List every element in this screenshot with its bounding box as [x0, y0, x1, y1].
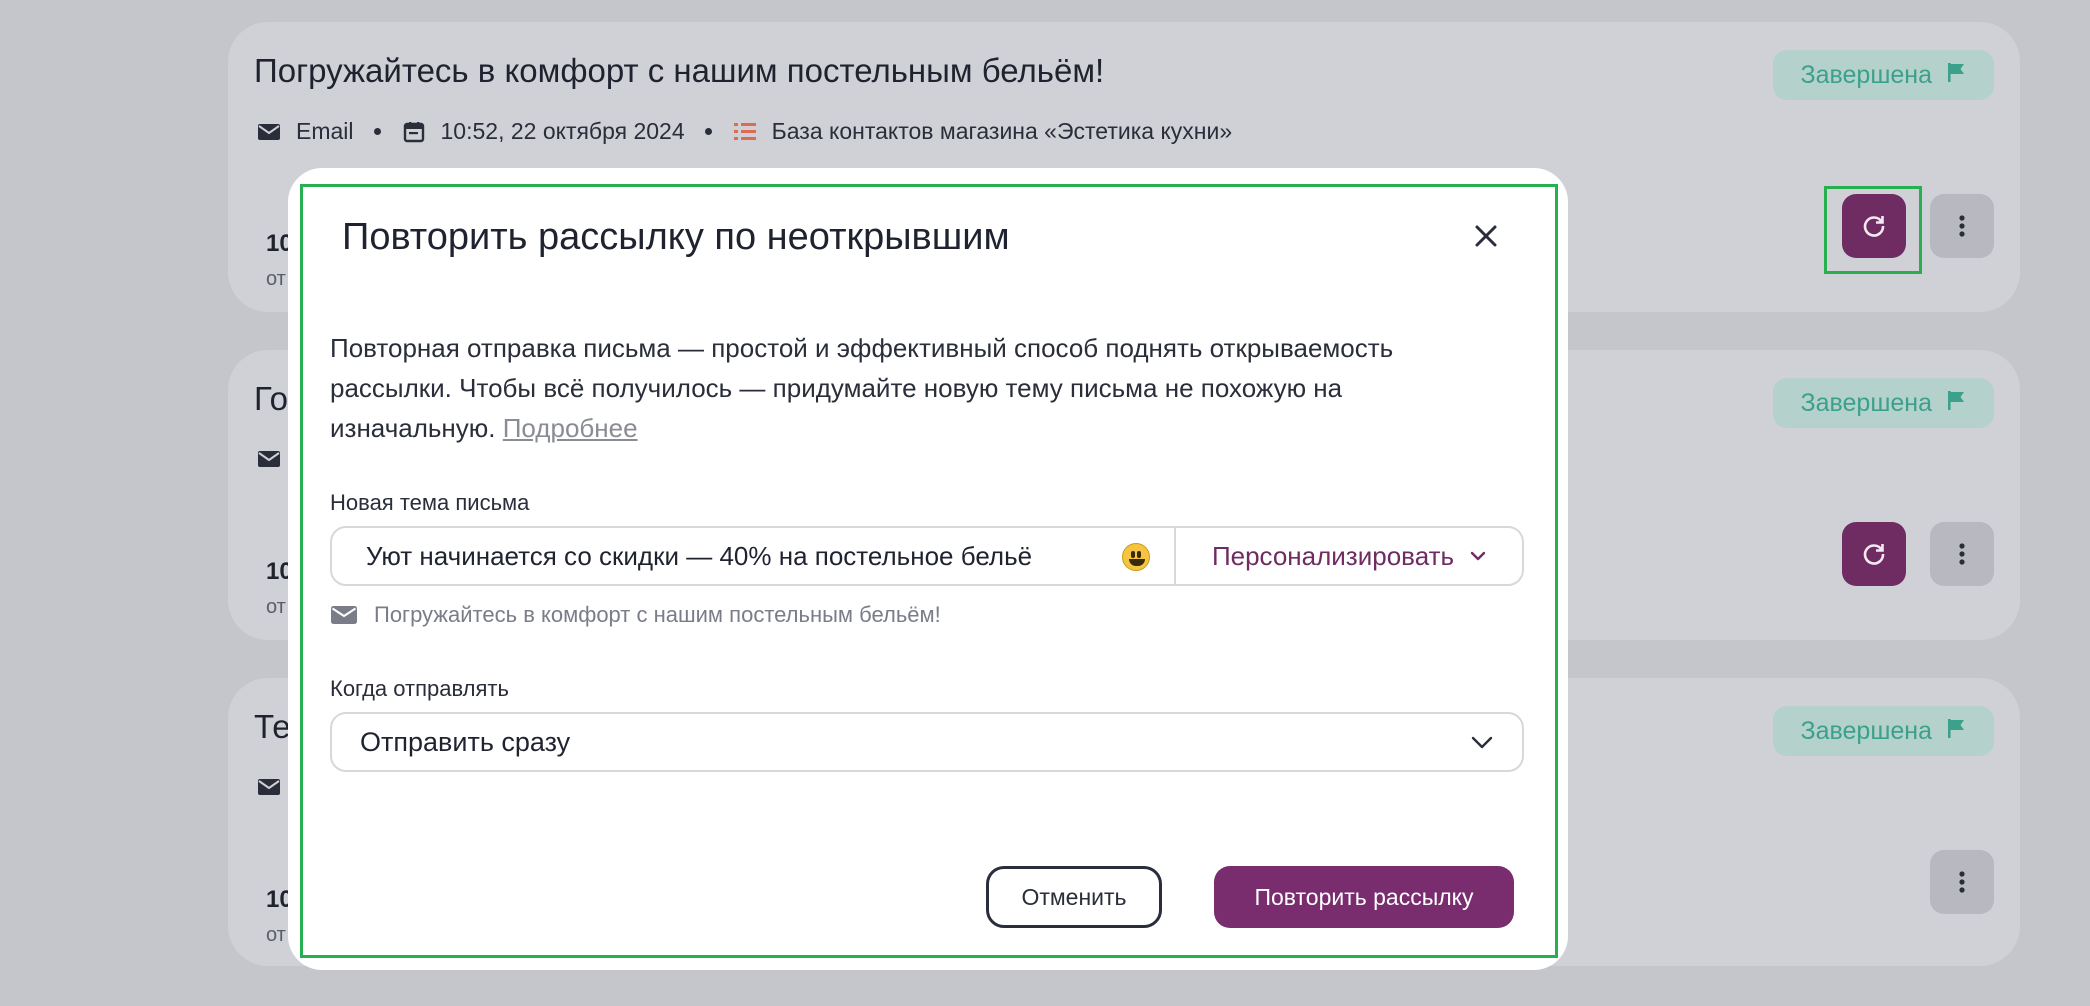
status-badge: Завершена: [1772, 378, 1994, 428]
status-label: Завершена: [1800, 388, 1932, 417]
highlight-frame: [1824, 186, 1922, 274]
refresh-icon: [1863, 544, 1885, 565]
flag-icon: [1946, 61, 1966, 90]
campaign-contacts: База контактов магазина «Эстетика кухни»: [771, 118, 1233, 144]
flag-icon: [1946, 717, 1966, 746]
campaign-meta: [256, 446, 282, 472]
campaign-stat-caption: от: [266, 924, 286, 946]
more-vertical-icon: [1959, 215, 1965, 237]
more-actions-button[interactable]: [1930, 194, 1994, 258]
campaign-meta: [256, 774, 282, 800]
status-label: Завершена: [1800, 60, 1932, 89]
more-actions-button[interactable]: [1930, 522, 1994, 586]
status-badge: Завершена: [1772, 50, 1994, 100]
email-icon: [256, 774, 282, 800]
more-actions-button[interactable]: [1930, 850, 1994, 914]
dialog-highlight-frame: [300, 184, 1558, 958]
status-label: Завершена: [1800, 716, 1932, 745]
campaign-channel: Email: [296, 118, 354, 144]
email-icon: [256, 446, 282, 472]
campaign-meta: Email 10:52, 22 октября 2024 База контак…: [256, 118, 1232, 145]
campaign-stat-caption: от: [266, 268, 286, 290]
more-vertical-icon: [1959, 543, 1965, 565]
status-badge: Завершена: [1772, 706, 1994, 756]
campaign-title[interactable]: Погружайтесь в комфорт с нашим постельны…: [254, 52, 1104, 90]
campaign-title[interactable]: Те: [254, 708, 291, 746]
campaign-datetime: 10:52, 22 октября 2024: [440, 118, 685, 144]
flag-icon: [1946, 389, 1966, 418]
list-icon: [732, 119, 758, 145]
campaign-title[interactable]: Го: [254, 380, 288, 418]
separator-dot: [373, 128, 381, 135]
separator-dot: [704, 128, 712, 135]
email-icon: [256, 119, 282, 145]
more-vertical-icon: [1959, 871, 1965, 893]
campaign-stat-caption: от: [266, 596, 286, 618]
repeat-campaign-button[interactable]: [1842, 522, 1906, 586]
calendar-icon: [401, 119, 427, 145]
